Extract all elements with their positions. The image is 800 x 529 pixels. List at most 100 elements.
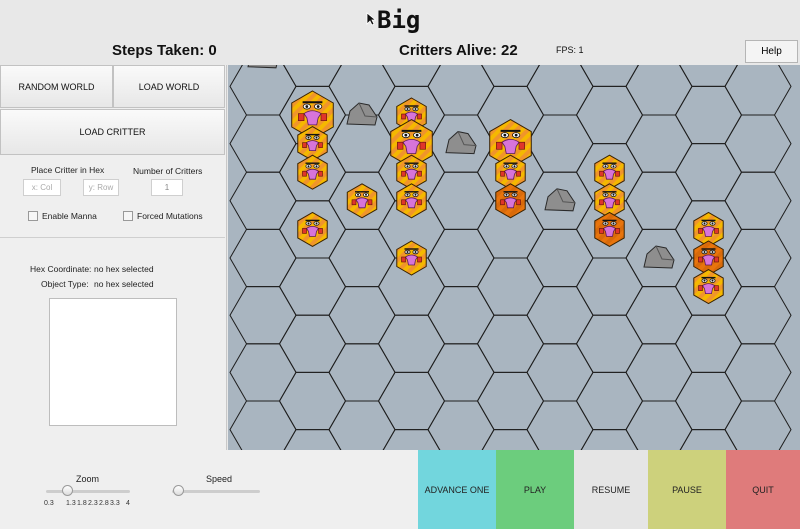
hex-grid[interactable] bbox=[228, 28, 800, 488]
critter-icon[interactable] bbox=[594, 211, 625, 247]
play-button[interactable]: PLAY bbox=[496, 450, 574, 529]
critter-info-textarea[interactable] bbox=[49, 298, 177, 426]
hex-cell[interactable] bbox=[229, 114, 297, 173]
hex-cell[interactable] bbox=[476, 314, 545, 373]
load-world-button[interactable]: LOAD WORLD bbox=[113, 65, 225, 108]
fps-label: FPS: 1 bbox=[556, 45, 584, 55]
hex-cell[interactable] bbox=[625, 343, 693, 402]
critter-icon[interactable] bbox=[495, 183, 526, 219]
hex-cell[interactable] bbox=[427, 228, 495, 288]
mouse-cursor-icon bbox=[366, 12, 376, 26]
forced-mutations-checkbox[interactable] bbox=[123, 211, 133, 221]
rock-icon bbox=[445, 131, 477, 155]
speed-label: Speed bbox=[206, 474, 233, 484]
hex-cell[interactable] bbox=[526, 228, 594, 288]
critter-count-input[interactable]: 1 bbox=[151, 179, 183, 196]
zoom-tick-label: 1.8 bbox=[77, 500, 87, 507]
load-critter-button[interactable]: LOAD CRITTER bbox=[0, 109, 225, 155]
hex-cell[interactable] bbox=[575, 257, 644, 316]
zoom-slider-track[interactable] bbox=[46, 490, 130, 493]
hex-cell[interactable] bbox=[278, 371, 347, 431]
hex-cell[interactable] bbox=[427, 400, 495, 459]
critter-icon[interactable] bbox=[396, 183, 427, 219]
hex-cell[interactable] bbox=[427, 57, 495, 116]
hex-cell[interactable] bbox=[278, 314, 347, 373]
object-type-label: Object Type: bbox=[41, 279, 89, 289]
hex-cell[interactable] bbox=[625, 400, 693, 459]
hex-cell[interactable] bbox=[229, 343, 297, 402]
critter-icon[interactable] bbox=[297, 211, 328, 247]
speed-slider-track[interactable] bbox=[172, 490, 260, 493]
hex-cell[interactable] bbox=[724, 286, 792, 345]
speed-slider-thumb[interactable] bbox=[173, 485, 184, 496]
hex-cell[interactable] bbox=[575, 429, 644, 488]
row-input[interactable]: y: Row bbox=[83, 179, 119, 196]
world-map[interactable] bbox=[228, 28, 800, 488]
critter-icon[interactable] bbox=[346, 183, 378, 219]
hex-cell[interactable] bbox=[674, 371, 743, 431]
hex-cell[interactable] bbox=[526, 343, 594, 402]
hex-cell[interactable] bbox=[526, 400, 594, 459]
hex-cell[interactable] bbox=[724, 57, 792, 116]
hex-cell[interactable] bbox=[625, 286, 693, 345]
random-world-button[interactable]: RANDOM WORLD bbox=[0, 65, 113, 108]
hex-cell[interactable] bbox=[278, 257, 347, 316]
hex-cell[interactable] bbox=[674, 429, 743, 488]
hex-cell[interactable] bbox=[328, 400, 396, 459]
resume-button[interactable]: RESUME bbox=[574, 450, 648, 529]
quit-button[interactable]: QUIT bbox=[726, 450, 800, 529]
hex-cell[interactable] bbox=[674, 143, 743, 202]
hex-cell[interactable] bbox=[526, 114, 594, 173]
hex-cell[interactable] bbox=[724, 343, 792, 402]
hex-cell[interactable] bbox=[377, 314, 446, 373]
hex-cell[interactable] bbox=[377, 371, 446, 431]
critter-icon[interactable] bbox=[396, 240, 427, 276]
hex-cell[interactable] bbox=[625, 171, 693, 230]
hex-cell[interactable] bbox=[229, 228, 297, 288]
hex-cell[interactable] bbox=[575, 85, 644, 145]
rock-icon bbox=[544, 188, 576, 212]
col-input[interactable]: x: Col bbox=[23, 179, 61, 196]
hex-cell[interactable] bbox=[625, 57, 693, 116]
help-button[interactable]: Help bbox=[745, 40, 798, 63]
critter-icon[interactable] bbox=[297, 154, 328, 190]
zoom-tick-label: 1.3 bbox=[66, 500, 76, 507]
zoom-tick-label: 2.3 bbox=[88, 500, 98, 507]
hex-cell[interactable] bbox=[724, 171, 792, 230]
hex-cell[interactable] bbox=[427, 171, 495, 230]
hex-cell[interactable] bbox=[229, 171, 297, 230]
hex-cell[interactable] bbox=[575, 314, 644, 373]
pause-button[interactable]: PAUSE bbox=[648, 450, 726, 529]
zoom-slider-thumb[interactable] bbox=[62, 485, 73, 496]
hex-cell[interactable] bbox=[674, 314, 743, 373]
hex-cell[interactable] bbox=[724, 114, 792, 173]
hex-cell[interactable] bbox=[724, 400, 792, 459]
critters-alive-label: Critters Alive: 22 bbox=[399, 42, 518, 59]
window-title: Big bbox=[377, 6, 421, 34]
hex-cell[interactable] bbox=[328, 343, 396, 402]
hex-cell[interactable] bbox=[625, 114, 693, 173]
hex-cell[interactable] bbox=[526, 286, 594, 345]
enable-manna-checkbox[interactable] bbox=[28, 211, 38, 221]
hex-cell[interactable] bbox=[278, 429, 347, 488]
hex-cell[interactable] bbox=[674, 85, 743, 145]
hex-cell[interactable] bbox=[427, 343, 495, 402]
hex-cell[interactable] bbox=[476, 257, 545, 316]
hex-coordinate-value: no hex selected bbox=[94, 264, 154, 274]
critter-icon[interactable] bbox=[693, 269, 724, 305]
hex-cell[interactable] bbox=[476, 429, 545, 488]
hex-cell[interactable] bbox=[377, 429, 446, 488]
advance-one-button[interactable]: ADVANCE ONE bbox=[418, 450, 496, 529]
hex-cell[interactable] bbox=[229, 57, 297, 116]
hex-cell[interactable] bbox=[328, 228, 396, 288]
hex-cell[interactable] bbox=[476, 371, 545, 431]
hex-cell[interactable] bbox=[328, 286, 396, 345]
hex-cell[interactable] bbox=[229, 286, 297, 345]
hex-cell[interactable] bbox=[724, 228, 792, 288]
zoom-tick-label: 4 bbox=[126, 500, 130, 507]
hex-cell[interactable] bbox=[526, 57, 594, 116]
hex-cell[interactable] bbox=[427, 286, 495, 345]
forced-mutations-label: Forced Mutations bbox=[137, 211, 203, 221]
hex-cell[interactable] bbox=[575, 371, 644, 431]
hex-cell[interactable] bbox=[229, 400, 297, 459]
